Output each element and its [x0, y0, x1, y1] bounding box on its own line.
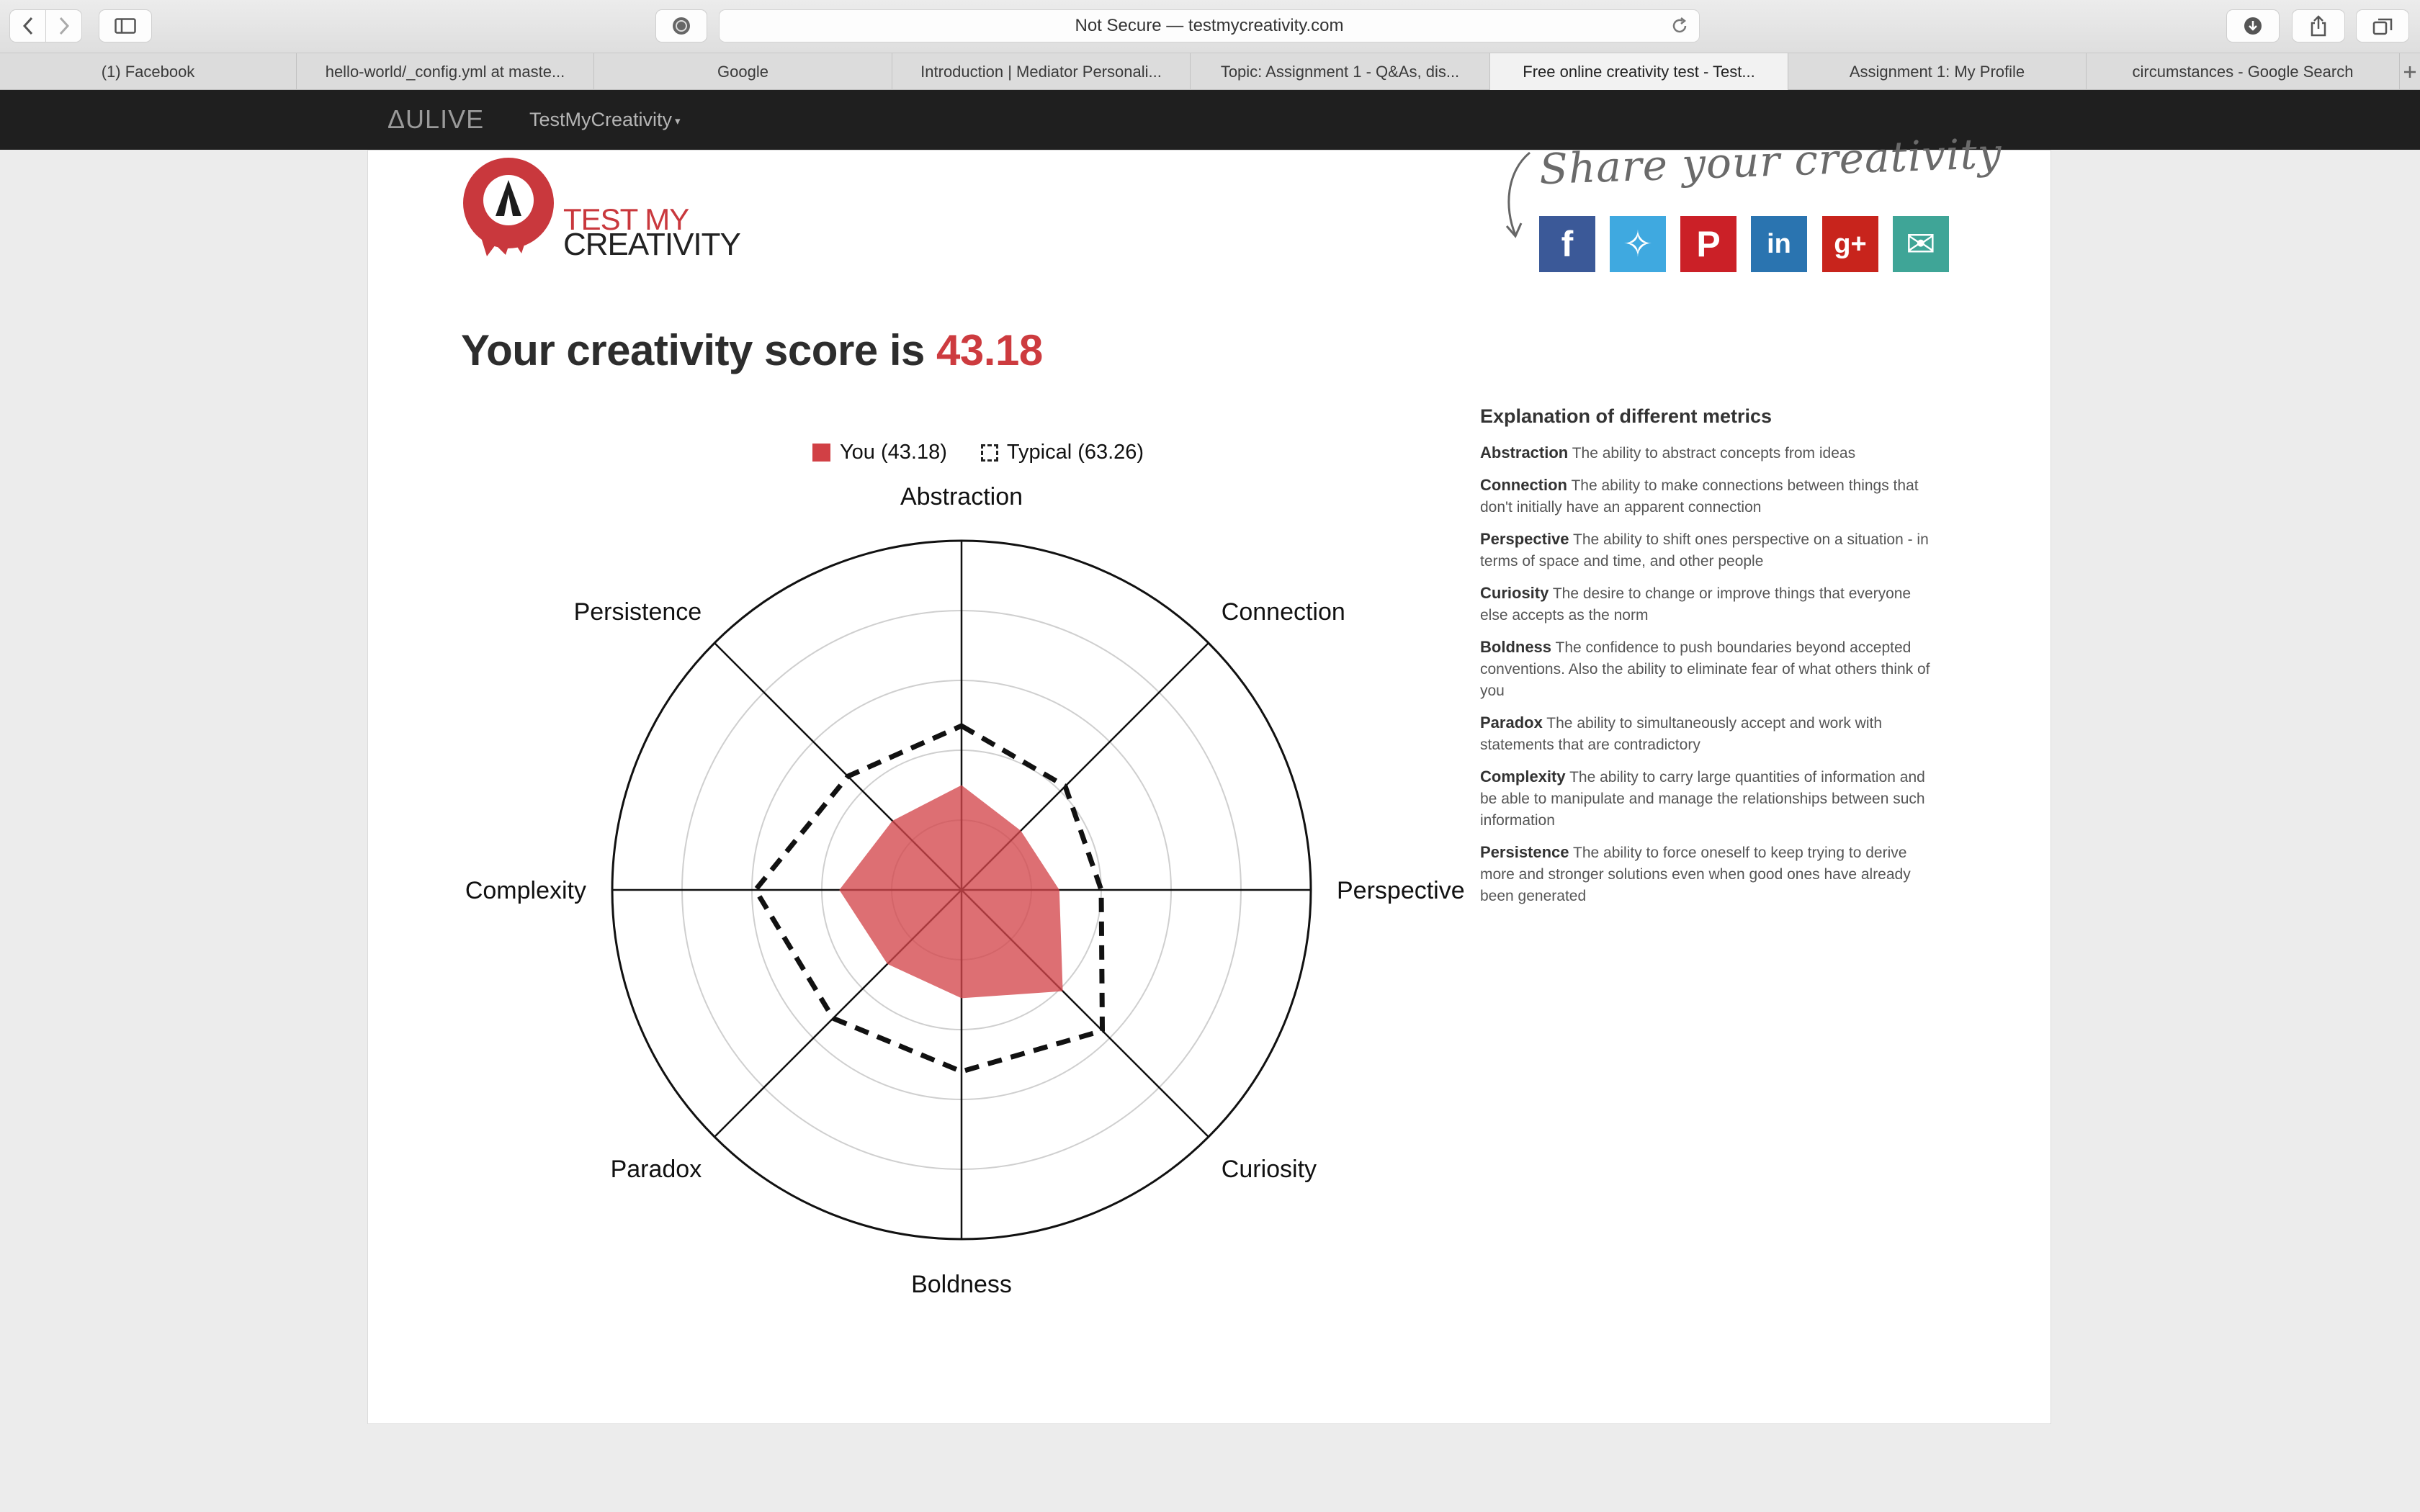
score-heading: Your creativity score is 43.18 [461, 325, 1043, 375]
chevron-right-icon [59, 17, 69, 35]
caret-down-icon: ▾ [675, 114, 681, 127]
download-icon [2244, 17, 2262, 35]
radar-chart: Abstraction Connection Perspective Curiosit… [465, 483, 1465, 1298]
linkedin-share-icon[interactable]: in [1751, 216, 1807, 272]
explanation-item: Boldness The confidence to push boundari… [1480, 636, 1941, 702]
explanation-item: Persistence The ability to force oneself… [1480, 842, 1941, 907]
tab-overview-button[interactable] [2356, 9, 2409, 42]
explanation-item: Abstraction The ability to abstract conc… [1480, 442, 1941, 464]
axis-label-abstraction: Abstraction [900, 483, 1023, 510]
globe-icon [673, 17, 690, 35]
sidebar-toggle-button[interactable] [99, 9, 152, 42]
email-share-icon[interactable]: ✉ [1893, 216, 1949, 272]
downloads-button[interactable] [2226, 9, 2280, 42]
axis-label-perspective: Perspective [1337, 877, 1465, 904]
tab-creativity-test[interactable]: Free online creativity test - Test... [1490, 53, 1788, 90]
brand-link[interactable]: ΔULIVE [387, 104, 484, 135]
explanation-term: Paradox [1480, 714, 1543, 732]
nav-dropdown-label: TestMyCreativity [529, 109, 673, 130]
explanation-term: Abstraction [1480, 444, 1569, 462]
plus-icon [2404, 66, 2416, 78]
reload-icon[interactable] [1670, 17, 1689, 35]
explanation-list: Abstraction The ability to abstract conc… [1480, 442, 1941, 907]
axis-label-persistence: Persistence [574, 598, 702, 626]
logo-text-line2: CREATIVITY [563, 227, 741, 262]
legend-you-swatch[interactable] [812, 444, 830, 462]
address-bar[interactable]: Not Secure — testmycreativity.com [719, 9, 1700, 42]
explanation-item: Connection The ability to make connectio… [1480, 474, 1941, 518]
axis-label-connection: Connection [1222, 598, 1345, 626]
legend-typical-label[interactable]: Typical (63.26) [1007, 441, 1144, 464]
tab-my-profile[interactable]: Assignment 1: My Profile [1788, 53, 2087, 90]
explanation-item: Complexity The ability to carry large qu… [1480, 766, 1941, 832]
browser-toolbar: Not Secure — testmycreativity.com [0, 0, 2420, 53]
legend-typical-swatch[interactable] [980, 444, 998, 462]
axis-label-paradox: Paradox [611, 1156, 702, 1183]
axis-label-curiosity: Curiosity [1222, 1156, 1317, 1183]
privacy-report-button[interactable] [655, 9, 707, 42]
share-button[interactable] [2292, 9, 2345, 42]
tab-github-config[interactable]: hello-world/_config.yml at maste... [297, 53, 594, 90]
forward-button[interactable] [45, 9, 82, 42]
address-text: Not Secure — testmycreativity.com [1075, 16, 1344, 35]
site-navbar: ΔULIVE TestMyCreativity ▾ [0, 90, 2420, 150]
sidebar-icon [115, 18, 136, 34]
curved-arrow-icon [1505, 151, 1531, 238]
series-you-area[interactable] [839, 785, 1063, 999]
explanation-term: Curiosity [1480, 584, 1549, 602]
legend-you-label[interactable]: You (43.18) [840, 441, 947, 464]
explanation-term: Complexity [1480, 768, 1566, 786]
share-icon [2311, 15, 2326, 37]
tab-google-search[interactable]: circumstances - Google Search [2087, 53, 2400, 90]
pinterest-share-icon[interactable]: P [1680, 216, 1736, 272]
score-value: 43.18 [936, 326, 1043, 374]
explanation-text: The ability to abstract concepts from id… [1572, 445, 1856, 462]
explanation-term: Perspective [1480, 530, 1569, 548]
explanation-item: Curiosity The desire to change or improv… [1480, 582, 1941, 626]
twitter-share-icon[interactable]: ✧ [1610, 216, 1666, 272]
explanation-item: Perspective The ability to shift ones pe… [1480, 528, 1941, 572]
tab-google[interactable]: Google [594, 53, 892, 90]
explanation-title: Explanation of different metrics [1480, 405, 1773, 427]
chart-legend: You (43.18) Typical (63.26) [812, 441, 1144, 464]
tabs-icon [2372, 18, 2393, 35]
axis-label-boldness: Boldness [911, 1271, 1012, 1298]
metrics-explanation: Explanation of different metrics Abstrac… [1480, 405, 1941, 917]
explanation-term: Boldness [1480, 638, 1552, 656]
tab-mediator-personality[interactable]: Introduction | Mediator Personali... [892, 53, 1191, 90]
facebook-share-icon[interactable]: f [1539, 216, 1595, 272]
axis-label-complexity: Complexity [465, 877, 586, 904]
score-prefix: Your creativity score is [461, 326, 937, 374]
explanation-item: Paradox The ability to simultaneously ac… [1480, 712, 1941, 756]
tab-facebook[interactable]: (1) Facebook [0, 53, 297, 90]
chevron-left-icon [22, 17, 32, 35]
tab-assignment-qa[interactable]: Topic: Assignment 1 - Q&As, dis... [1191, 53, 1490, 90]
tab-bar: (1) Facebook hello-world/_config.yml at … [0, 53, 2420, 90]
back-button[interactable] [9, 9, 46, 42]
new-tab-button[interactable] [2400, 53, 2420, 90]
explanation-term: Persistence [1480, 843, 1569, 861]
explanation-term: Connection [1480, 476, 1567, 494]
googleplus-share-icon[interactable]: g+ [1822, 216, 1878, 272]
nav-dropdown[interactable]: TestMyCreativity ▾ [529, 109, 681, 131]
